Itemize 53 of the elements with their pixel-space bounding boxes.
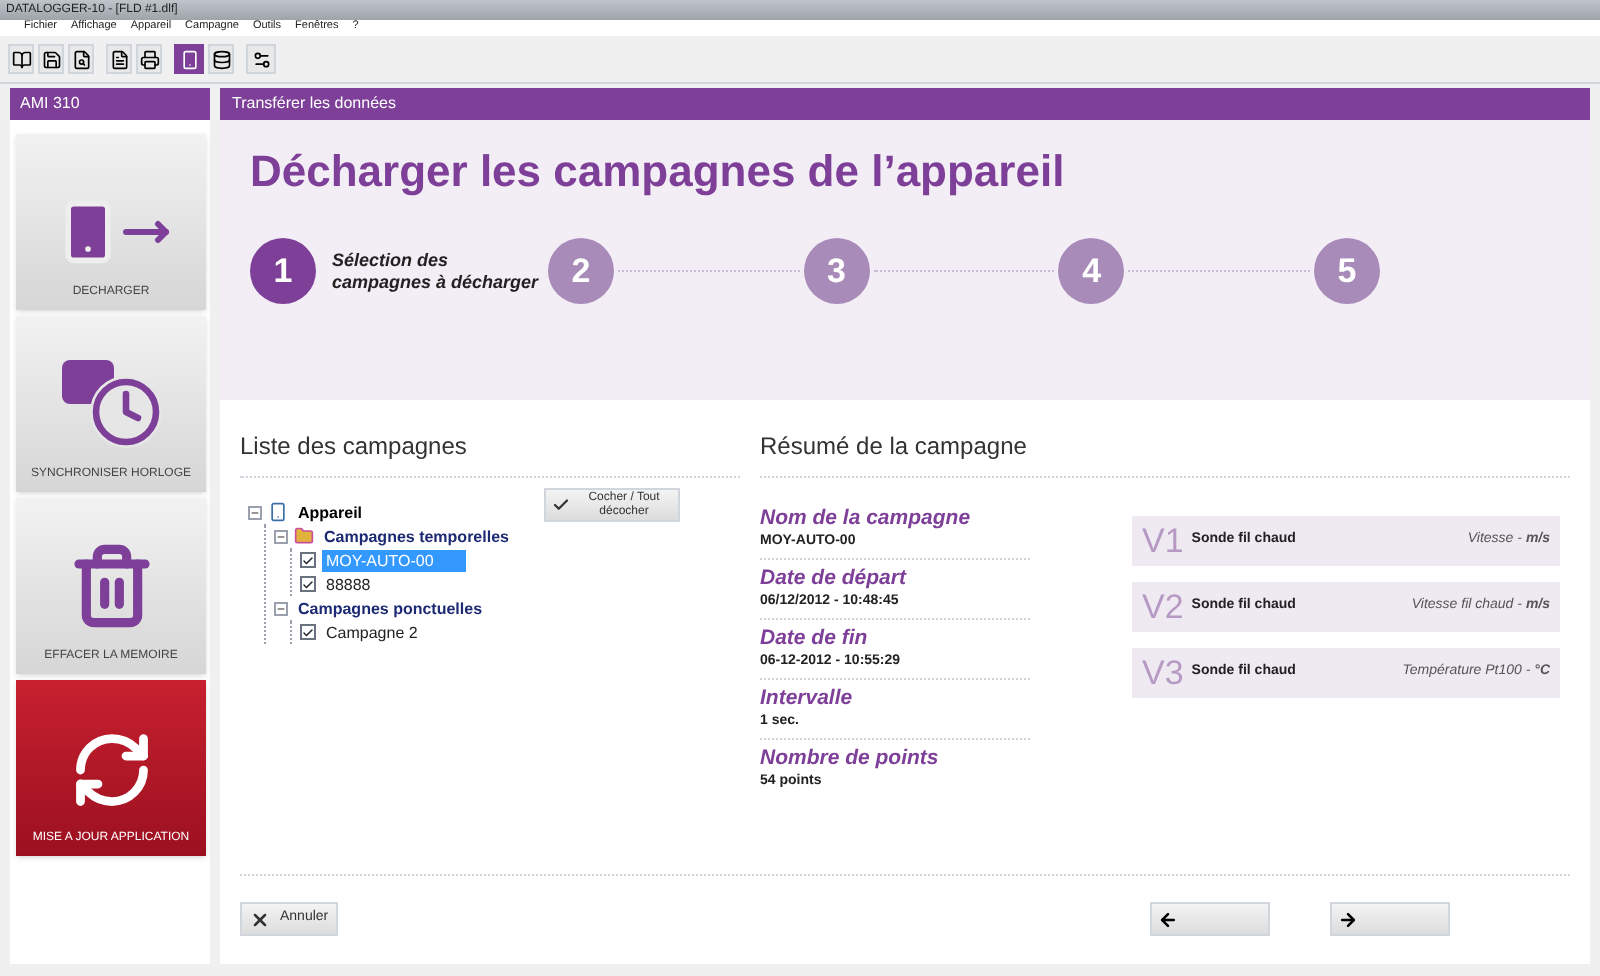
settings-icon (251, 49, 271, 69)
toolbar-button[interactable] (106, 44, 132, 74)
toolbar-button[interactable] (136, 44, 162, 74)
step-number: 5 (1314, 238, 1381, 304)
toolbar-button[interactable] (246, 44, 276, 74)
toolbar-button[interactable] (68, 44, 94, 74)
toolbar-button[interactable] (208, 44, 234, 74)
tree-item[interactable]: Appareil (294, 501, 367, 523)
device-icon (179, 49, 199, 69)
folder-icon (294, 526, 314, 546)
database-icon (211, 49, 231, 69)
channel-code: V1 (1142, 524, 1184, 558)
toolbar-button[interactable] (174, 44, 204, 74)
checkbox[interactable] (300, 552, 316, 568)
step-label: Sélection des campagnes à décharger (332, 249, 541, 293)
toolbar-icon (71, 49, 91, 69)
field-label: Date de départ (760, 566, 909, 592)
step-number: 4 (1058, 238, 1125, 304)
expander-icon[interactable] (248, 505, 262, 519)
arrow-right-icon (1338, 909, 1358, 929)
section-heading: Résumé de la campagne (760, 428, 1570, 478)
field-label: Nombre de points (760, 746, 941, 772)
calendar-clock-icon (61, 360, 161, 448)
tree-item[interactable]: 88888 (322, 573, 375, 595)
step-number: 1 (250, 238, 316, 304)
panel-header: Transférer les données (220, 88, 1590, 120)
field-label: Nom de la campagne (760, 506, 973, 532)
checkbox[interactable] (300, 576, 316, 592)
tree-item[interactable]: Campagne 2 (322, 621, 422, 643)
document-icon (109, 49, 129, 69)
channel-code: V2 (1142, 590, 1184, 624)
toolbar-button[interactable] (8, 44, 34, 74)
expander-icon[interactable] (274, 529, 288, 543)
step-number: 2 (548, 238, 614, 304)
section-heading: Liste des campagnes (240, 428, 740, 478)
expander-icon[interactable] (274, 601, 288, 615)
close-icon (250, 909, 270, 929)
printer-icon (139, 49, 159, 69)
sidebar-header: AMI 310 (10, 88, 210, 120)
check-icon (552, 496, 570, 514)
checkbox[interactable] (300, 624, 316, 640)
arrow-left-icon (1158, 909, 1178, 929)
page-heading: Décharger les campagnes de l’appareil (250, 150, 1067, 194)
tree-item[interactable]: Campagnes temporelles (320, 525, 513, 547)
channel-code: V3 (1142, 656, 1184, 690)
toolbar-icon (11, 49, 31, 69)
tree-item[interactable]: Campagnes ponctuelles (294, 597, 487, 619)
field-label: Intervalle (760, 686, 855, 712)
device-icon (268, 502, 288, 522)
toolbar-icon (41, 49, 61, 69)
step-number: 3 (803, 238, 870, 304)
toolbar-button[interactable] (38, 44, 64, 74)
field-label: Date de fin (760, 626, 870, 652)
